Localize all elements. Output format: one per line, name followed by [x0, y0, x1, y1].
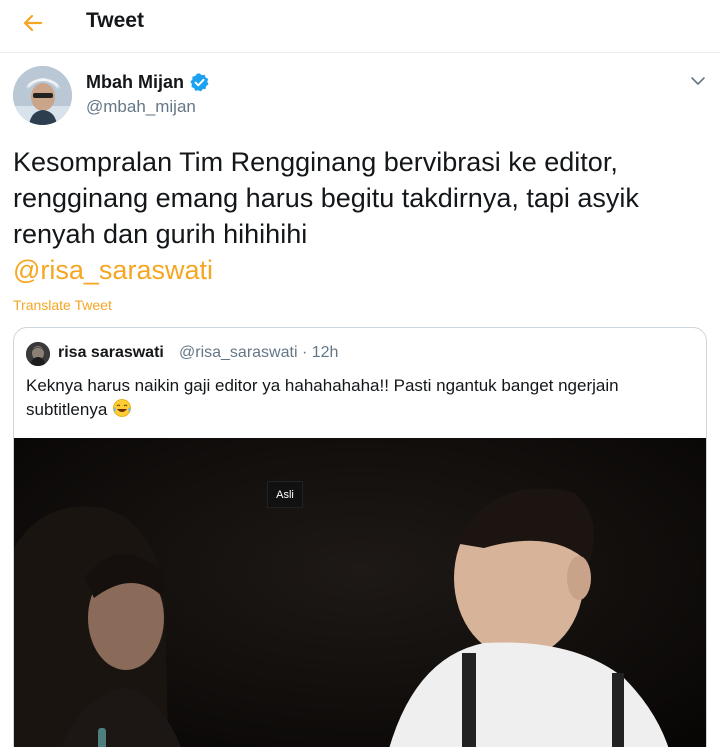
quoted-author-avatar — [26, 342, 50, 366]
quoted-tweet-card[interactable]: risa saraswati @risa_saraswati · 12h Kek… — [13, 327, 707, 747]
author-name-text: Mbah Mijan — [86, 72, 184, 92]
author-avatar[interactable] — [13, 66, 72, 125]
face-with-tears-of-joy-icon — [113, 399, 131, 417]
translate-tweet-link[interactable]: Translate Tweet — [13, 297, 112, 313]
quoted-text-line: subtitlenya — [26, 400, 108, 419]
tweet-text-line: rengginang emang harus begitu takdirnya,… — [13, 183, 639, 213]
author-handle[interactable]: @mbah_mijan — [86, 97, 196, 117]
more-options-button[interactable] — [688, 71, 708, 91]
tweet-text-line: renyah dan gurih hihihihi — [13, 219, 308, 249]
author-name[interactable]: Mbah Mijan — [86, 72, 210, 93]
tweet-text: Kesompralan Tim Rengginang bervibrasi ke… — [13, 144, 708, 288]
back-arrow-icon — [23, 14, 43, 32]
chevron-down-icon — [691, 77, 705, 85]
quoted-tweet-text: Keknya harus naikin gaji editor ya hahah… — [26, 374, 686, 422]
tweet-text-line: Kesompralan Tim Rengginang bervibrasi ke… — [13, 147, 618, 177]
quoted-tweet-video[interactable]: Asli — [14, 438, 706, 747]
mention-link[interactable]: @risa_saraswati — [13, 252, 708, 288]
verified-badge-icon — [190, 73, 209, 92]
back-button[interactable] — [18, 8, 48, 38]
video-caption: Asli — [267, 481, 303, 508]
quoted-author-handle-time: @risa_saraswati · 12h — [179, 344, 339, 361]
top-bar: Tweet — [0, 0, 720, 53]
quoted-author-name: risa saraswati — [58, 344, 164, 361]
quoted-text-line-2: subtitlenya — [26, 398, 686, 422]
quoted-text-line: Keknya harus naikin gaji editor ya hahah… — [26, 376, 619, 395]
page-title: Tweet — [86, 9, 144, 32]
